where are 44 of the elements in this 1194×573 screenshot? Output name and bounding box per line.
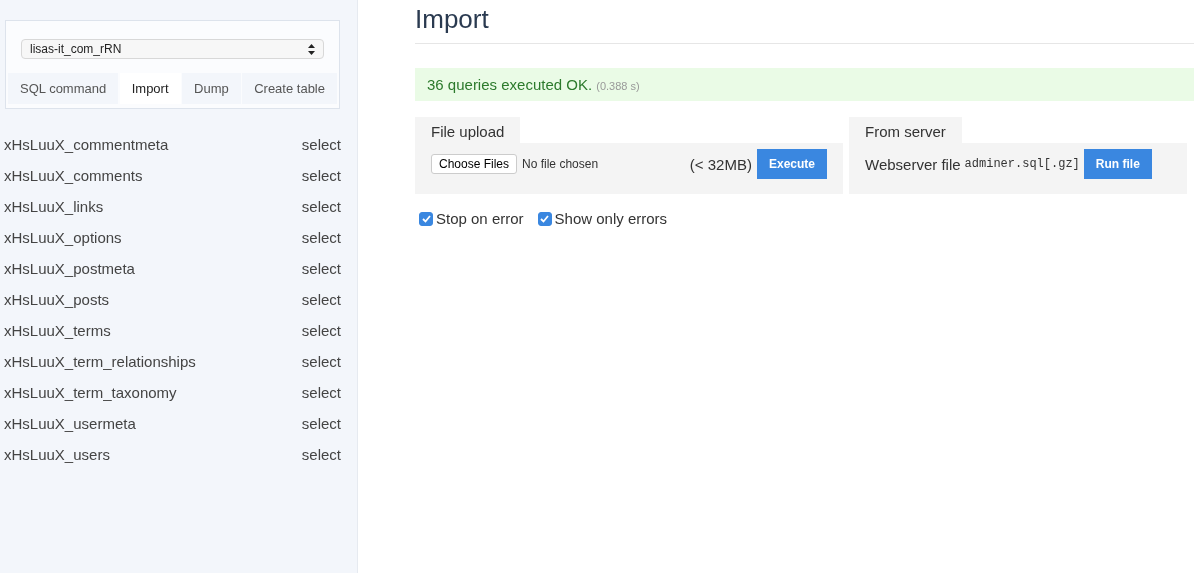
table-link[interactable]: xHsLuuX_term_taxonomy [4,384,177,401]
select-link[interactable]: select [301,415,341,432]
fieldset-legend: File upload [415,117,521,143]
execution-time: (0.388 s) [596,80,640,92]
select-link[interactable]: select [301,198,341,215]
select-link[interactable]: select [301,167,341,184]
file-status: No file chosen [522,157,600,171]
select-link[interactable]: select [301,322,341,339]
tab[interactable]: SQL command [8,73,119,104]
updown-arrows-icon [308,43,315,55]
checkbox[interactable] [537,211,552,226]
select-link[interactable]: select [301,353,341,370]
table-link[interactable]: xHsLuuX_comments [4,167,143,184]
execute-button[interactable]: Execute [756,149,827,179]
table-link[interactable]: xHsLuuX_options [4,229,122,246]
server-filename: adminer.sql[.gz] [964,157,1080,171]
webserver-file-label: Webserver file [865,155,961,173]
database-select[interactable]: lisas-it_com_rRN [21,39,324,59]
table-link[interactable]: xHsLuuX_postmeta [4,260,135,277]
size-limit: (< 32MB) [689,155,752,173]
table-link[interactable]: xHsLuuX_commentmeta [4,136,169,153]
select-link[interactable]: select [301,446,341,463]
table-link[interactable]: xHsLuuX_users [4,446,110,463]
select-link[interactable]: select [301,136,341,153]
table-link[interactable]: xHsLuuX_terms [4,322,111,339]
checkbox[interactable] [419,211,433,226]
message-text: 36 queries executed OK. [427,76,593,93]
fieldset-legend: From server [849,117,962,143]
select-link[interactable]: select [301,260,341,277]
tab[interactable]: Dump [182,73,241,104]
select-link[interactable]: select [301,291,341,308]
select-link[interactable]: select [301,229,341,246]
checkbox-label: Stop on error [436,210,524,227]
select-link[interactable]: select [301,384,341,401]
tab[interactable]: Create table [242,73,337,104]
choose-files-button[interactable]: Choose Files [431,154,518,174]
page-title: Import [415,0,1194,44]
table-link[interactable]: xHsLuuX_posts [4,291,110,308]
table-link[interactable]: xHsLuuX_term_relationships [4,353,196,370]
checkbox-label: Show only errors [554,210,668,227]
table-link[interactable]: xHsLuuX_links [4,198,104,215]
tab[interactable]: Import [119,73,181,104]
run-file-button[interactable]: Run file [1083,149,1152,179]
table-link[interactable]: xHsLuuX_usermeta [4,415,136,432]
